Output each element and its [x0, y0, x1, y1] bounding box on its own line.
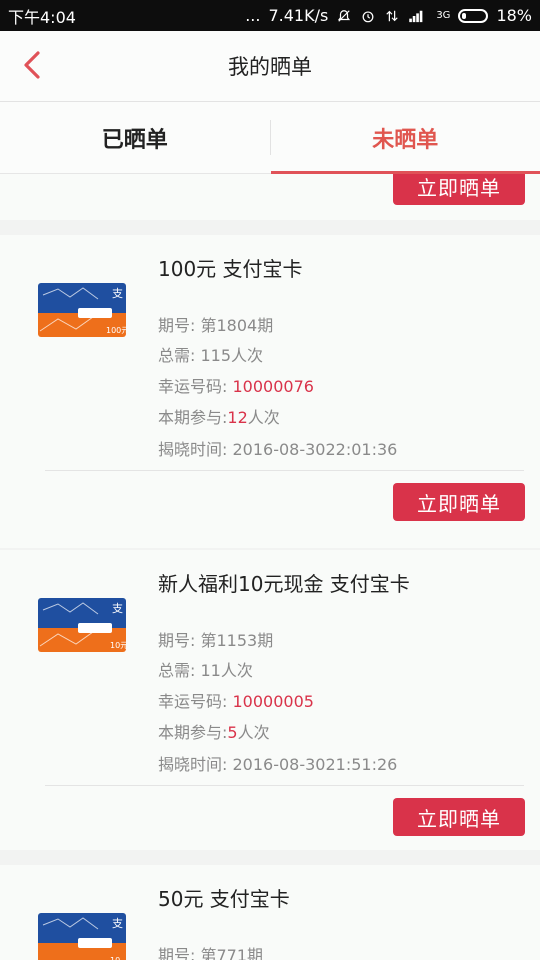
- period-label: 期号:: [158, 631, 201, 650]
- tab-bar: 已晒单 未晒单: [0, 102, 540, 174]
- period-value: 第771期: [200, 946, 264, 960]
- alipay-card-image: 支 100元: [38, 283, 126, 337]
- alarm-icon: [362, 10, 374, 22]
- reveal-time: 2016-08-3021:51:26: [232, 755, 398, 774]
- svg-text:100元: 100元: [106, 326, 126, 335]
- lucky-code: 10000005: [232, 692, 314, 711]
- share-now-button[interactable]: 立即晒单: [393, 174, 525, 205]
- lucky-row: 幸运号码: 10000076: [158, 373, 314, 397]
- back-button[interactable]: [14, 47, 50, 83]
- participate-label: 本期参与:: [158, 408, 228, 427]
- tab-not-shown[interactable]: 未晒单: [270, 102, 540, 174]
- lucky-code: 10000076: [232, 377, 314, 396]
- tab-shown[interactable]: 已晒单: [0, 102, 270, 173]
- alipay-card-image: 支 10元: [38, 598, 126, 652]
- data-transfer-icon: [386, 10, 398, 21]
- order-list[interactable]: 立即晒单 支 100元 100元 支付宝卡 期号: 第1804期 总需: 115…: [0, 174, 540, 960]
- lucky-row: 幸运号码: 10000005: [158, 688, 314, 712]
- mute-bell-icon: [338, 9, 351, 22]
- lucky-label: 幸运号码:: [158, 692, 233, 711]
- reveal-row: 揭晓时间: 2016-08-3022:01:36: [158, 436, 397, 460]
- participate-unit: 人次: [237, 723, 270, 742]
- share-now-button[interactable]: 立即晒单: [393, 798, 525, 836]
- status-icons: ... 7.41K/s 3G 18%: [245, 6, 532, 25]
- reveal-label: 揭晓时间:: [158, 440, 233, 459]
- total-label: 总需:: [158, 346, 201, 365]
- chevron-left-icon: [24, 51, 40, 79]
- reveal-time: 2016-08-3022:01:36: [232, 440, 398, 459]
- period-row: 期号: 第1153期: [158, 627, 273, 651]
- list-item: 立即晒单: [0, 174, 540, 220]
- total-value: 11人次: [200, 661, 253, 680]
- divider: [45, 470, 524, 471]
- svg-text:支: 支: [112, 287, 123, 300]
- participate-label: 本期参与:: [158, 723, 228, 742]
- network-type: 3G: [436, 10, 451, 21]
- reveal-label: 揭晓时间:: [158, 755, 233, 774]
- list-item: 支 100元 100元 支付宝卡 期号: 第1804期 总需: 115人次 幸运…: [0, 235, 540, 548]
- battery-icon: [458, 8, 489, 23]
- signal-icon: [409, 10, 423, 22]
- battery-level: 18%: [496, 6, 532, 25]
- period-value: 第1153期: [200, 631, 274, 650]
- page-title: 我的晒单: [228, 55, 312, 79]
- svg-text:支: 支: [112, 602, 123, 615]
- participate-row: 本期参与:12人次: [158, 404, 280, 428]
- period-row: 期号: 第1804期: [158, 312, 273, 336]
- total-row: 总需: 115人次: [158, 342, 263, 366]
- product-image[interactable]: 支 10: [38, 913, 126, 960]
- participate-unit: 人次: [247, 408, 280, 427]
- app-header: 我的晒单: [0, 31, 540, 102]
- svg-text:支: 支: [112, 917, 123, 930]
- participate-count: 5: [227, 723, 238, 742]
- status-bar: 下午4:04 ... 7.41K/s 3G 18%: [0, 0, 540, 31]
- product-title[interactable]: 50元 支付宝卡: [158, 883, 290, 912]
- svg-text:10元: 10元: [110, 641, 126, 650]
- status-time: 下午4:04: [8, 7, 76, 27]
- period-label: 期号:: [158, 316, 201, 335]
- share-now-button[interactable]: 立即晒单: [393, 483, 525, 521]
- alipay-card-image: 支 10: [38, 913, 126, 960]
- total-label: 总需:: [158, 661, 201, 680]
- period-value: 第1804期: [200, 316, 274, 335]
- period-row: 期号: 第771期: [158, 942, 263, 960]
- status-dots: ...: [245, 6, 261, 25]
- network-speed: 7.41K/s: [268, 6, 329, 25]
- product-image[interactable]: 支 100元: [38, 283, 126, 337]
- product-title[interactable]: 100元 支付宝卡: [158, 253, 303, 282]
- divider: [45, 785, 524, 786]
- participate-row: 本期参与:5人次: [158, 719, 270, 743]
- total-row: 总需: 11人次: [158, 657, 253, 681]
- period-label: 期号:: [158, 946, 201, 960]
- lucky-label: 幸运号码:: [158, 377, 233, 396]
- reveal-row: 揭晓时间: 2016-08-3021:51:26: [158, 751, 397, 775]
- list-item: 支 10元 新人福利10元现金 支付宝卡 期号: 第1153期 总需: 11人次…: [0, 550, 540, 850]
- svg-text:10: 10: [110, 956, 120, 960]
- product-image[interactable]: 支 10元: [38, 598, 126, 652]
- list-item: 支 10 50元 支付宝卡 期号: 第771期: [0, 865, 540, 960]
- product-title[interactable]: 新人福利10元现金 支付宝卡: [158, 568, 410, 597]
- total-value: 115人次: [200, 346, 264, 365]
- participate-count: 12: [227, 408, 248, 427]
